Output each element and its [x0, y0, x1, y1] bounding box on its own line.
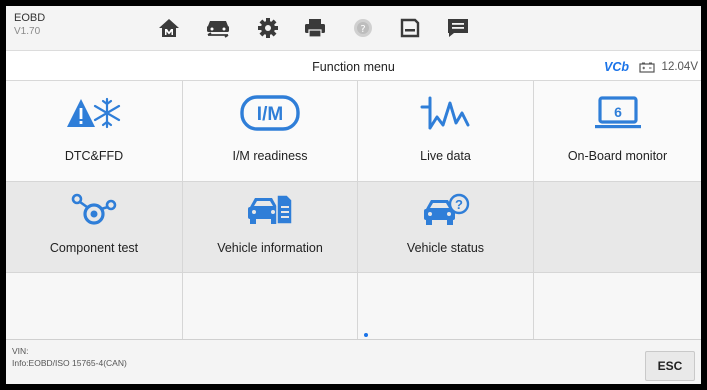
- app-version: V1.70: [14, 26, 41, 37]
- menu-empty-cell: [534, 182, 701, 273]
- menu-empty-cell: [358, 273, 534, 339]
- menu-item-label: On-Board monitor: [567, 149, 668, 163]
- menu-item-live-data[interactable]: Live data: [358, 81, 534, 182]
- vehicle-status-icon: ?: [423, 193, 469, 225]
- save-icon: [400, 18, 420, 38]
- live-data-icon: [420, 96, 469, 130]
- message-icon: [448, 19, 468, 37]
- menu-item-vehicle-status[interactable]: ? Vehicle status: [358, 182, 534, 273]
- dtc-icon: [67, 97, 121, 129]
- menu-empty-cell: [183, 273, 358, 339]
- print-button[interactable]: [291, 13, 339, 43]
- esc-button[interactable]: ESC: [645, 351, 695, 381]
- protocol-info: Info:EOBD/ISO 15765-4(CAN): [12, 358, 127, 368]
- page-title: Function menu: [312, 60, 395, 74]
- vehicle-swap-button[interactable]: [194, 13, 242, 43]
- title-bar: Function menu VCb 12.04V: [6, 56, 701, 81]
- app-name: EOBD: [14, 12, 46, 24]
- message-button[interactable]: [434, 13, 482, 43]
- footer-bar: VIN: Info:EOBD/ISO 15765-4(CAN) ESC: [6, 339, 701, 384]
- svg-text:6: 6: [614, 104, 622, 120]
- menu-empty-cell: [534, 273, 701, 339]
- menu-item-label: Component test: [49, 241, 139, 255]
- im-icon: I/M: [240, 95, 300, 131]
- menu-item-label: DTC&FFD: [64, 149, 124, 163]
- home-button[interactable]: [145, 13, 193, 43]
- battery-voltage: 12.04V: [661, 61, 698, 73]
- vehicle-info-icon: [248, 194, 293, 225]
- svg-text:?: ?: [360, 24, 365, 35]
- menu-item-label: I/M readiness: [232, 149, 308, 163]
- svg-text:I/M: I/M: [257, 104, 283, 125]
- vehicle-swap-icon: [207, 21, 229, 38]
- battery-icon: [639, 62, 655, 73]
- menu-item-dtc-ffd[interactable]: DTC&FFD: [6, 81, 183, 182]
- app-window: EOBD V1.70 ? Function menu VCb 12.04V DT…: [6, 6, 701, 384]
- svg-text:?: ?: [455, 197, 463, 212]
- help-icon: ?: [354, 19, 372, 37]
- settings-button[interactable]: [244, 13, 292, 43]
- menu-item-onboard-monitor[interactable]: 6 On-Board monitor: [534, 81, 701, 182]
- menu-item-vehicle-information[interactable]: Vehicle information: [183, 182, 358, 273]
- printer-icon: [305, 19, 325, 38]
- save-button[interactable]: [386, 13, 434, 43]
- menu-empty-cell: [6, 273, 183, 339]
- home-icon: [159, 19, 179, 37]
- component-test-icon: [71, 193, 117, 225]
- menu-item-label: Vehicle information: [217, 241, 323, 255]
- function-menu-grid: DTC&FFD I/M I/M readiness Live data 6 On…: [6, 81, 701, 339]
- menu-item-im-readiness[interactable]: I/M I/M readiness: [183, 81, 358, 182]
- help-button[interactable]: ?: [339, 13, 387, 43]
- vci-status-icon: VCb: [603, 60, 629, 74]
- menu-item-label: Vehicle status: [406, 241, 485, 255]
- top-toolbar: EOBD V1.70 ?: [6, 6, 701, 51]
- menu-item-component-test[interactable]: Component test: [6, 182, 183, 273]
- gear-icon: [258, 18, 278, 38]
- onboard-monitor-icon: 6: [594, 96, 641, 129]
- page-indicator-dot: [364, 333, 368, 337]
- vin-label: VIN:: [12, 346, 29, 356]
- menu-item-label: Live data: [420, 149, 471, 163]
